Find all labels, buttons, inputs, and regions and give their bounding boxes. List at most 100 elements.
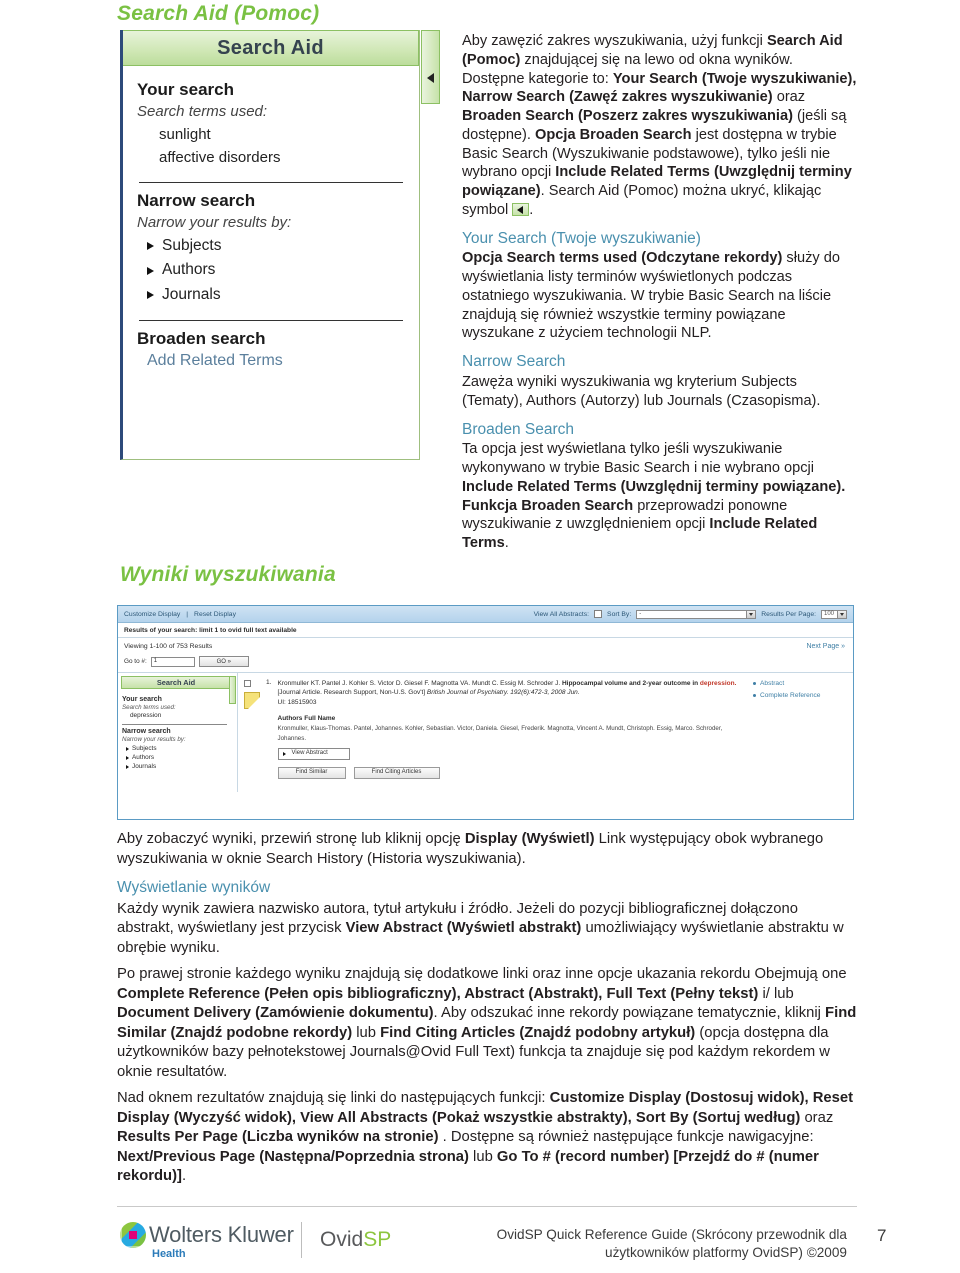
broaden-text: Ta opcja jest wyświetlana tylko jeśli wy…	[462, 441, 815, 477]
results-per-page-value: 100	[824, 610, 835, 617]
results-search-aid-sidebar: Search Aid Your search Search terms used…	[118, 673, 238, 792]
reset-display-link[interactable]: Reset Display	[194, 611, 236, 618]
body-text-run: Aby zobaczyć wyniki, przewiń stronę lub …	[117, 831, 465, 847]
triangle-right-icon	[147, 241, 154, 250]
results-narrow-item-authors[interactable]: Authors	[126, 754, 231, 761]
body-paragraph-2: Każdy wynik zawiera nazwisko autora, tyt…	[117, 900, 857, 959]
result-record: 1. Kronmuller KT. Pantel J. Kohler S. Vi…	[238, 673, 853, 792]
footer-vertical-divider	[301, 1222, 302, 1258]
results-screenshot: Customize Display | Reset Display View A…	[117, 605, 854, 820]
triangle-right-icon	[282, 751, 286, 756]
results-per-page-label: Results Per Page:	[761, 610, 816, 618]
your-search-paragraph: Opcja Search terms used (Odczytane rekor…	[462, 249, 858, 343]
collapse-left-icon[interactable]	[229, 676, 236, 704]
triangle-right-icon	[126, 746, 129, 751]
abstract-link[interactable]: Abstract	[753, 680, 845, 687]
narrow-item-subjects[interactable]: Subjects	[147, 234, 405, 259]
record-pubtypes: [Journal Article. Research Support, Non-…	[277, 689, 427, 697]
body-paragraph-4: Nad oknem rezultatów znajdują się linki …	[117, 1089, 857, 1187]
narrow-item-journals[interactable]: Journals	[147, 283, 405, 308]
record-action-buttons: Find Similar Find Citing Articles	[277, 766, 748, 779]
footer-divider	[117, 1206, 857, 1207]
go-button[interactable]: GO »	[198, 656, 249, 667]
page-footer: Wolters Kluwer Health OvidSP OvidSP Quic…	[0, 1206, 960, 1273]
customize-display-link[interactable]: Customize Display	[124, 611, 180, 618]
body-text-run: Po prawej stronie każdego wyniku znajduj…	[117, 966, 847, 983]
broaden-bold: Funkcja Broaden Search	[462, 497, 634, 514]
divider	[139, 319, 403, 321]
view-all-abstracts-checkbox[interactable]	[594, 610, 603, 618]
page-title: Search Aid (Pomoc)	[117, 2, 320, 25]
footer-note-line1: OvidSP Quick Reference Guide (Skrócony p…	[496, 1227, 847, 1242]
find-similar-button[interactable]: Find Similar	[277, 766, 346, 779]
sort-by-label: Sort By:	[607, 610, 632, 618]
record-citation-detail: 192(6):472-3, 2008 Jun.	[510, 689, 580, 697]
chevron-down-icon	[746, 610, 756, 618]
body-text-bold: Find Citing Articles (Znajdź podobny art…	[380, 1024, 696, 1041]
broaden-search-heading: Broaden Search	[462, 420, 575, 438]
complete-reference-link[interactable]: Complete Reference	[753, 692, 845, 699]
results-search-term: depression	[130, 712, 162, 719]
body-paragraph-1: Aby zobaczyć wyniki, przewiń stronę lub …	[117, 830, 857, 869]
page-number: 7	[877, 1226, 887, 1245]
narrow-item-label: Journals	[132, 763, 157, 770]
next-page-link[interactable]: Next Page »	[806, 643, 845, 650]
view-abstract-button[interactable]: View Abstract	[277, 747, 350, 760]
sort-by-select[interactable]: -	[636, 609, 757, 619]
body-text-run: Nad oknem rezultatów znajdują się linki …	[117, 1090, 550, 1107]
intro-text: .	[529, 201, 534, 218]
intro-paragraph: Aby zawęzić zakres wyszukiwania, użyj fu…	[462, 32, 858, 220]
body-text-run: oraz	[800, 1109, 834, 1126]
search-aid-body: Your search Search terms used: sunlight …	[123, 66, 419, 370]
results-caption: Wyniki wyszukiwania	[120, 563, 336, 586]
body-text-bold: Complete Reference (Pełen opis bibliogra…	[117, 985, 759, 1002]
divider	[139, 181, 403, 183]
body-paragraph-3: Po prawej stronie każdego wyniku znajduj…	[117, 965, 857, 1082]
collapse-left-icon[interactable]	[421, 30, 440, 104]
results-narrow-item-journals[interactable]: Journals	[126, 763, 231, 770]
broaden-text: .	[504, 535, 509, 552]
broaden-search-title: Broaden search	[137, 328, 266, 348]
record-title-highlight: depression.	[699, 680, 737, 687]
add-related-terms-link[interactable]: Add Related Terms	[147, 352, 405, 370]
body-text-bold: Document Delivery (Zamówienie dokumentu)	[117, 1005, 434, 1022]
your-search-heading: Your Search (Twoje wyszukiwanie)	[462, 229, 701, 247]
body-text-run: . Dostępne są również następujące funkcj…	[438, 1129, 814, 1146]
narrow-item-authors[interactable]: Authors	[147, 258, 405, 283]
triangle-right-icon	[147, 291, 154, 300]
search-aid-screenshot: Search Aid Your search Search terms used…	[120, 30, 440, 460]
find-citing-articles-button[interactable]: Find Citing Articles	[353, 766, 440, 779]
broaden-bold: Include Related Terms (Uwzględnij termin…	[462, 478, 842, 495]
goto-label: Go to #:	[124, 658, 147, 665]
authors-full-name-label: Authors Full Name	[277, 715, 336, 723]
ovid-text: Ovid	[320, 1228, 364, 1251]
body-text-run: .	[181, 1168, 187, 1185]
goto-input[interactable]: 1	[150, 656, 195, 667]
record-title: Hippocampal volume and 2-year outcome in	[561, 680, 699, 687]
record-links: Abstract Complete Reference	[753, 679, 845, 792]
narrow-item-label: Authors	[162, 261, 216, 279]
results-narrow-item-subjects[interactable]: Subjects	[126, 745, 231, 752]
results-viewing-area: Viewing 1-100 of 753 Results Next Page »…	[118, 638, 853, 667]
annotation-note-icon[interactable]	[244, 692, 260, 709]
body-text-bold: Display (Wyświetl)	[464, 831, 595, 847]
intro-text: Aby zawęzić zakres wyszukiwania, użyj fu…	[462, 33, 767, 49]
body-text-bold: Next/Previous Page (Następna/Poprzednia …	[117, 1148, 469, 1165]
intro-text: oraz	[772, 89, 806, 106]
body-text: Aby zobaczyć wyniki, przewiń stronę lub …	[117, 830, 857, 1187]
record-select-col	[244, 679, 260, 792]
your-search-subtitle: Search terms used:	[137, 103, 268, 120]
triangle-right-icon	[126, 764, 129, 769]
footer-note-line2: użytkowników platformy OvidSP) ©2009	[605, 1245, 847, 1261]
search-summary: Results of your search: limit 1 to ovid …	[118, 623, 853, 638]
globe-icon	[120, 1222, 146, 1248]
bullet-icon	[753, 694, 756, 697]
narrow-search-paragraph: Zawęża wyniki wyszukiwania wg kryterium …	[462, 374, 821, 409]
narrow-item-label: Subjects	[132, 745, 157, 752]
view-abstract-label: View Abstract	[291, 750, 328, 757]
results-per-page-select[interactable]: 100	[821, 609, 847, 619]
abstract-link-label: Abstract	[760, 680, 785, 687]
chevron-down-icon	[837, 610, 846, 618]
record-checkbox[interactable]	[244, 680, 251, 687]
complete-reference-link-label: Complete Reference	[760, 692, 821, 699]
